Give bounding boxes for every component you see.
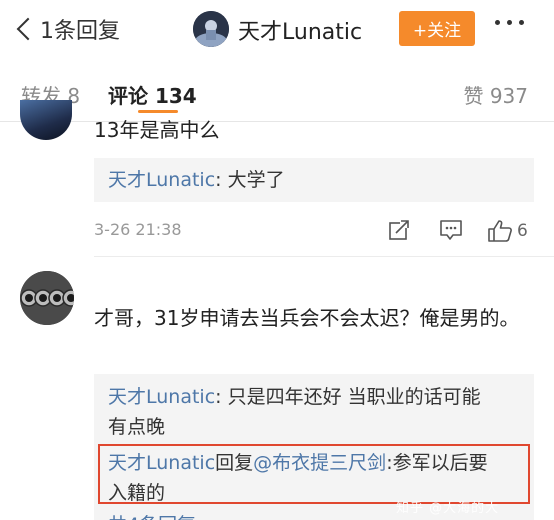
reply-line: 天才Lunatic: 只是四年还好 当职业的话可能: [108, 382, 481, 412]
avatar[interactable]: [193, 11, 229, 47]
reply-text: : 大学了: [215, 169, 285, 191]
back-label: 1条回复: [40, 19, 120, 44]
reply-text-continued: 有点晚: [108, 416, 166, 438]
thumbs-up-icon[interactable]: [487, 219, 513, 243]
back-button[interactable]: 1条回复: [14, 12, 120, 46]
comment-timestamp: 3-26 21:38: [94, 220, 182, 239]
nav-username[interactable]: 天才Lunatic: [238, 14, 362, 46]
share-icon[interactable]: [388, 219, 410, 241]
comment-text: 13年是高中么: [94, 118, 220, 142]
reply-line: 天才Lunatic: 大学了: [108, 165, 285, 195]
comment-text: 才哥，31岁申请去当兵会不会太迟？俺是男的。: [94, 306, 520, 330]
view-more-replies-link[interactable]: 共4条回复: [108, 510, 196, 520]
follow-button[interactable]: +关注: [399, 11, 475, 46]
reply-username-link[interactable]: 天才Lunatic: [108, 386, 215, 408]
chevron-left-icon: [16, 17, 40, 41]
watermark: 知乎 @大海的大: [396, 501, 500, 516]
tab-bar: 转发 8 评论 134 赞 937: [0, 58, 554, 122]
avatar[interactable]: [20, 271, 74, 325]
like-count: 6: [517, 221, 528, 241]
more-options-icon[interactable]: [495, 20, 524, 25]
divider: [94, 256, 554, 257]
tab-active-indicator: [138, 110, 178, 113]
avatar[interactable]: [20, 100, 72, 140]
reply-text: : 只是四年还好 当职业的话可能: [215, 386, 481, 408]
tab-comment[interactable]: 评论 134: [108, 80, 197, 109]
tab-like[interactable]: 赞 937: [463, 80, 528, 109]
reply-username-link[interactable]: 天才Lunatic: [108, 169, 215, 191]
reply-box[interactable]: 天才Lunatic: 大学了: [94, 158, 534, 202]
highlight-box: [98, 444, 530, 504]
comment-icon[interactable]: [439, 219, 463, 241]
top-navigation-bar: 1条回复 天才Lunatic +关注: [0, 0, 554, 58]
